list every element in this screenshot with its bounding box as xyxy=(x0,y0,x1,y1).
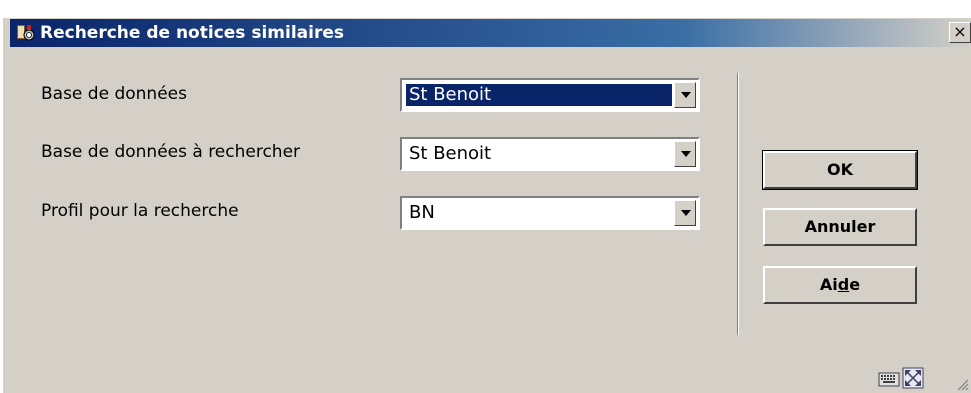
window-title: Recherche de notices similaires xyxy=(40,23,344,43)
dialog-window: Recherche de notices similaires × Base d… xyxy=(0,0,971,393)
select-value: St Benoit xyxy=(405,83,673,107)
close-button[interactable]: × xyxy=(949,22,971,43)
chevron-down-icon[interactable] xyxy=(674,141,696,167)
select-value: BN xyxy=(409,202,435,223)
label-profil: Profil pour la recherche xyxy=(41,201,239,221)
label-base-de-donnees: Base de données xyxy=(41,84,187,104)
cancel-button[interactable]: Annuler xyxy=(763,208,917,246)
select-base-a-rechercher[interactable]: St Benoit xyxy=(400,137,700,171)
resize-grip-icon[interactable] xyxy=(957,379,969,391)
app-icon xyxy=(17,25,35,41)
help-label-part: Ai xyxy=(819,275,838,294)
chevron-down-icon[interactable] xyxy=(674,200,696,226)
help-button[interactable]: Aide xyxy=(763,266,917,304)
select-base-de-donnees[interactable]: St Benoit xyxy=(400,78,700,112)
help-label-accelerator: d xyxy=(837,275,850,294)
select-profil[interactable]: BN xyxy=(400,196,700,230)
help-label-part: e xyxy=(849,275,861,294)
select-value: St Benoit xyxy=(409,143,492,164)
vertical-divider xyxy=(737,73,739,335)
keyboard-icon[interactable] xyxy=(878,370,900,388)
label-base-a-rechercher: Base de données à rechercher xyxy=(41,142,301,162)
title-bar[interactable]: Recherche de notices similaires × xyxy=(10,19,971,47)
ok-button[interactable]: OK xyxy=(762,150,918,190)
expand-icon[interactable] xyxy=(902,367,924,389)
top-edge xyxy=(0,0,971,18)
chevron-down-icon[interactable] xyxy=(674,82,696,108)
left-edge xyxy=(0,18,3,393)
